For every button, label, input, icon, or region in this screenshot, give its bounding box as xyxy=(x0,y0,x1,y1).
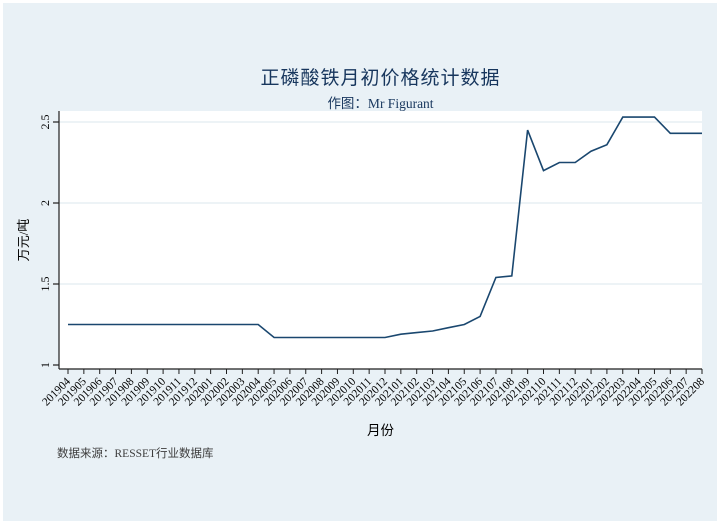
y-tick-label: 1 xyxy=(38,362,52,368)
y-tick-label: 2.5 xyxy=(38,115,52,130)
plot-background xyxy=(59,111,702,369)
chart-canvas: 正磷酸铁月初价格统计数据 作图：Mr Figurant 万元/吨 1 1.5 2 2.… xyxy=(0,0,720,524)
y-tick-label: 1.5 xyxy=(38,277,52,292)
x-axis-title: 月份 xyxy=(367,423,394,438)
plot-area: 11.522.520190420190520190620190720190820… xyxy=(38,111,707,409)
source-note: 数据来源：RESSET行业数据库 xyxy=(57,448,214,460)
y-tick-label: 2 xyxy=(38,200,52,206)
